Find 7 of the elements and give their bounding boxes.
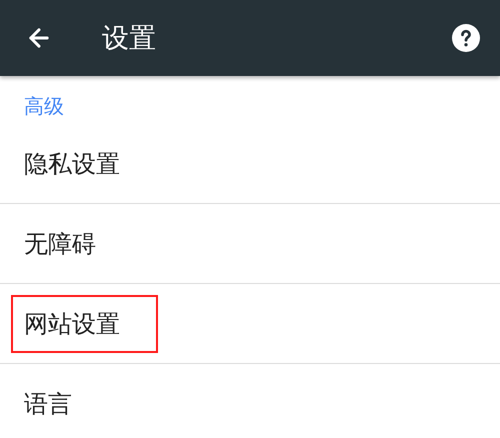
settings-item[interactable]: 网站设置	[11, 294, 158, 352]
settings-item[interactable]: 语言	[11, 374, 110, 432]
settings-item[interactable]: 无障碍	[11, 214, 134, 272]
toolbar-title: 设置	[102, 22, 157, 56]
settings-item[interactable]: 隐私设置	[11, 134, 158, 192]
section-header: 高级	[24, 93, 64, 120]
help-icon[interactable]	[452, 24, 480, 52]
